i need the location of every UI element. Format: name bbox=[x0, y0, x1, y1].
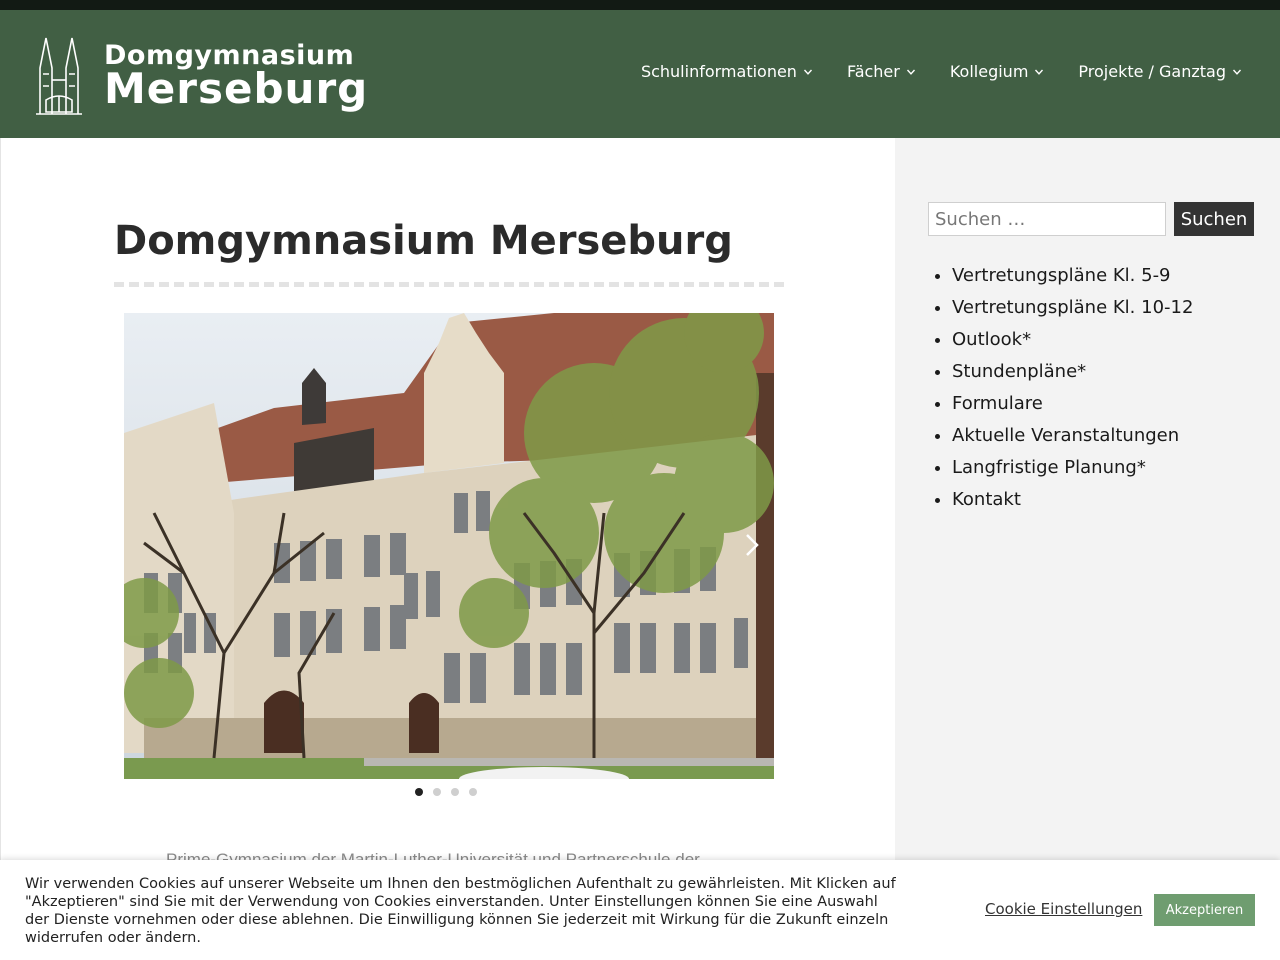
link-aktuelle-veranstaltungen[interactable]: Aktuelle Veranstaltungen bbox=[952, 425, 1179, 446]
link-vertretungsplaene-10-12[interactable]: Vertretungspläne Kl. 10-12 bbox=[952, 297, 1193, 318]
nav-faecher[interactable]: Fächer bbox=[847, 62, 916, 81]
top-strip bbox=[0, 0, 1280, 10]
chevron-down-icon bbox=[803, 69, 812, 75]
cathedral-logo-icon bbox=[36, 37, 82, 115]
chevron-right-icon[interactable] bbox=[744, 531, 760, 559]
slider-dot-1[interactable] bbox=[415, 788, 423, 796]
nav-label: Kollegium bbox=[949, 62, 1029, 81]
slider-pagination bbox=[415, 788, 477, 796]
chevron-down-icon bbox=[906, 69, 915, 75]
quick-links: Vertretungspläne Kl. 5-9 Vertretungsplän… bbox=[952, 260, 1193, 516]
list-item: Formulare bbox=[952, 388, 1193, 420]
school-building-photo bbox=[124, 313, 774, 779]
chevron-down-icon bbox=[1232, 69, 1242, 75]
link-stundenplaene[interactable]: Stundenpläne* bbox=[952, 361, 1086, 382]
list-item: Vertretungspläne Kl. 10-12 bbox=[952, 292, 1193, 324]
nav-projekte-ganztag[interactable]: Projekte / Ganztag bbox=[1078, 62, 1242, 81]
nav-label: Projekte / Ganztag bbox=[1078, 62, 1226, 81]
link-formulare[interactable]: Formulare bbox=[952, 393, 1043, 414]
list-item: Langfristige Planung* bbox=[952, 452, 1193, 484]
chevron-down-icon bbox=[1035, 69, 1044, 75]
title-divider bbox=[114, 282, 784, 287]
list-item: Kontakt bbox=[952, 484, 1193, 516]
list-item: Vertretungspläne Kl. 5-9 bbox=[952, 260, 1193, 292]
cookie-banner: Wir verwenden Cookies auf unserer Websei… bbox=[0, 860, 1280, 960]
image-slider[interactable] bbox=[124, 313, 774, 779]
list-item: Aktuelle Veranstaltungen bbox=[952, 420, 1193, 452]
link-vertretungsplaene-5-9[interactable]: Vertretungspläne Kl. 5-9 bbox=[952, 265, 1171, 286]
slider-dot-2[interactable] bbox=[433, 788, 441, 796]
logo-title-bottom: Merseburg bbox=[104, 64, 369, 113]
search-button[interactable]: Suchen bbox=[1174, 202, 1254, 236]
link-kontakt[interactable]: Kontakt bbox=[952, 489, 1021, 510]
nav-label: Fächer bbox=[846, 62, 900, 81]
accept-cookies-button[interactable]: Akzeptieren bbox=[1154, 894, 1255, 926]
nav-kollegium[interactable]: Kollegium bbox=[950, 62, 1045, 81]
cookie-text: Wir verwenden Cookies auf unserer Websei… bbox=[25, 876, 896, 946]
slider-dot-4[interactable] bbox=[469, 788, 477, 796]
nav-label: Schulinformationen bbox=[640, 62, 797, 81]
list-item: Stundenpläne* bbox=[952, 356, 1193, 388]
main-nav: Schulinformationen Fächer Kollegium Proj… bbox=[607, 62, 1242, 81]
slider-dot-3[interactable] bbox=[451, 788, 459, 796]
site-header: Domgymnasium Merseburg Schulinformatione… bbox=[0, 10, 1280, 138]
link-outlook[interactable]: Outlook* bbox=[952, 329, 1031, 350]
link-langfristige-planung[interactable]: Langfristige Planung* bbox=[952, 457, 1146, 478]
search-input[interactable] bbox=[928, 202, 1166, 236]
list-item: Outlook* bbox=[952, 324, 1193, 356]
cookie-settings-link[interactable]: Cookie Einstellungen bbox=[985, 900, 1142, 918]
nav-schulinformationen[interactable]: Schulinformationen bbox=[641, 62, 813, 81]
sidebar: Suchen Vertretungspläne Kl. 5-9 Vertretu… bbox=[896, 138, 1280, 960]
main-content: Domgymnasium Merseburg bbox=[0, 138, 895, 960]
site-logo[interactable]: Domgymnasium Merseburg bbox=[34, 34, 367, 126]
page-title: Domgymnasium Merseburg bbox=[114, 218, 733, 264]
